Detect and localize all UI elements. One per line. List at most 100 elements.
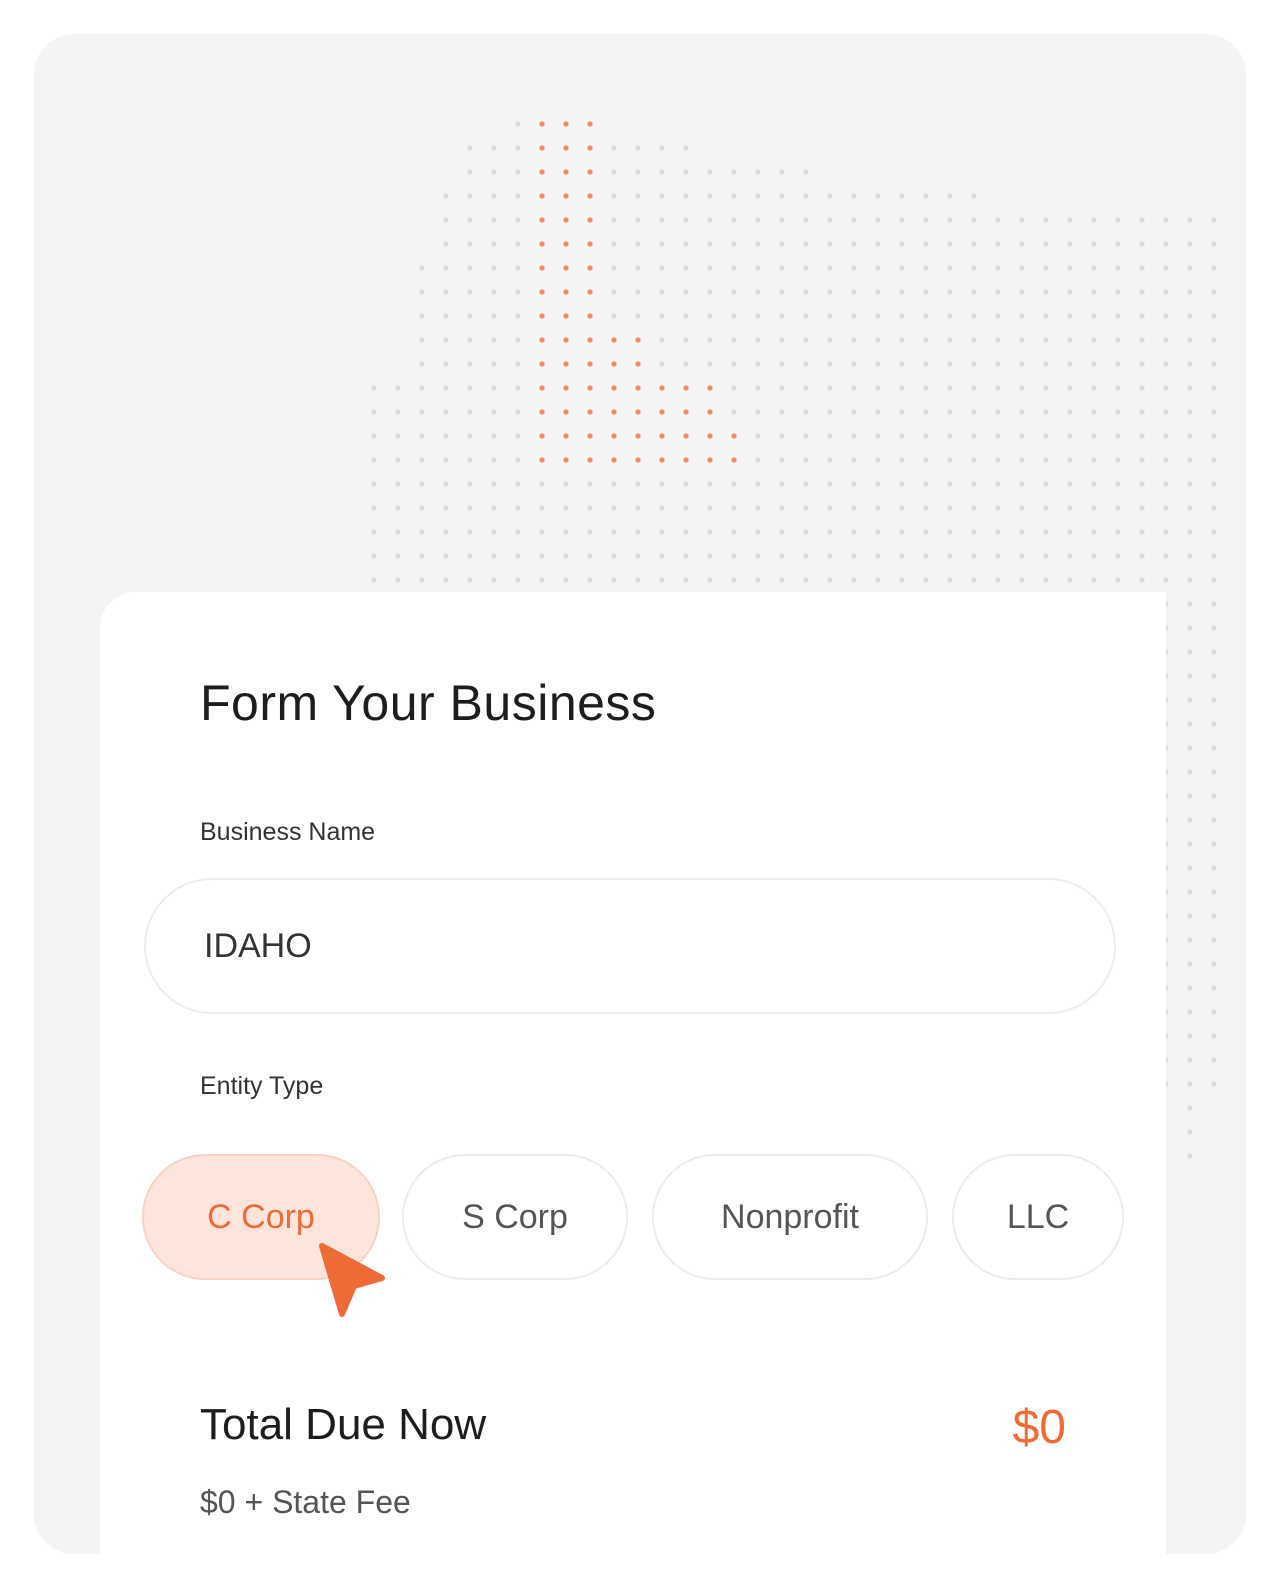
map-dot — [635, 553, 641, 559]
map-dot — [803, 337, 809, 343]
map-dot — [1019, 217, 1025, 223]
business-name-input[interactable] — [144, 878, 1116, 1014]
map-dot — [467, 337, 473, 343]
map-dot — [659, 337, 665, 343]
map-dot — [563, 145, 569, 151]
map-dot — [443, 577, 449, 583]
map-dot — [371, 529, 377, 535]
entity-chip-s-corp[interactable]: S Corp — [402, 1154, 628, 1280]
map-dot — [515, 265, 521, 271]
map-dot — [779, 457, 785, 463]
map-dot — [539, 337, 545, 343]
map-dot — [563, 433, 569, 439]
map-dot — [1211, 697, 1217, 703]
map-dot — [587, 481, 593, 487]
map-dot — [779, 337, 785, 343]
map-dot — [707, 265, 713, 271]
map-dot — [1187, 769, 1193, 775]
map-dot — [371, 433, 377, 439]
map-dot — [683, 145, 689, 151]
map-dot — [1211, 433, 1217, 439]
map-dot — [995, 337, 1001, 343]
map-dot — [827, 217, 833, 223]
map-dot — [995, 577, 1001, 583]
map-dot — [899, 481, 905, 487]
map-dot — [851, 385, 857, 391]
map-dot — [875, 289, 881, 295]
map-dot — [1211, 721, 1217, 727]
map-dot — [1187, 1153, 1193, 1159]
map-dot — [947, 577, 953, 583]
map-dot — [539, 265, 545, 271]
map-dot — [947, 193, 953, 199]
map-dot — [995, 241, 1001, 247]
map-dot — [395, 457, 401, 463]
map-dot — [803, 169, 809, 175]
map-dot — [995, 409, 1001, 415]
map-dot — [1139, 361, 1145, 367]
map-dot — [1211, 1081, 1217, 1087]
map-dot — [827, 241, 833, 247]
map-dot — [395, 409, 401, 415]
map-dot — [491, 193, 497, 199]
map-dot — [467, 361, 473, 367]
map-dot — [1187, 721, 1193, 727]
map-dot — [1187, 241, 1193, 247]
entity-chip-llc[interactable]: LLC — [952, 1154, 1124, 1280]
map-dot — [1211, 337, 1217, 343]
map-dot — [1067, 337, 1073, 343]
map-dot — [923, 193, 929, 199]
map-dot — [851, 361, 857, 367]
map-dot — [995, 505, 1001, 511]
map-dot — [1187, 481, 1193, 487]
map-dot — [1067, 289, 1073, 295]
map-dot — [923, 289, 929, 295]
map-dot — [899, 217, 905, 223]
map-dot — [1019, 553, 1025, 559]
map-dot — [371, 481, 377, 487]
map-dot — [539, 289, 545, 295]
map-dot — [1211, 865, 1217, 871]
map-dot — [1043, 553, 1049, 559]
map-dot — [827, 193, 833, 199]
map-dot — [1211, 817, 1217, 823]
map-dot — [779, 385, 785, 391]
map-dot — [755, 433, 761, 439]
map-dot — [1211, 385, 1217, 391]
map-dot — [659, 481, 665, 487]
map-dot — [467, 409, 473, 415]
map-dot — [563, 169, 569, 175]
map-dot — [587, 121, 593, 127]
map-dot — [995, 457, 1001, 463]
map-dot — [611, 241, 617, 247]
map-dot — [1187, 265, 1193, 271]
map-dot — [563, 337, 569, 343]
map-dot — [875, 265, 881, 271]
map-dot — [947, 529, 953, 535]
map-dot — [1115, 529, 1121, 535]
map-dot — [1187, 409, 1193, 415]
entity-chip-nonprofit[interactable]: Nonprofit — [652, 1154, 928, 1280]
map-dot — [467, 433, 473, 439]
map-dot — [539, 577, 545, 583]
map-dot — [971, 481, 977, 487]
map-dot — [971, 553, 977, 559]
map-dot — [707, 505, 713, 511]
map-dot — [947, 457, 953, 463]
map-dot — [1115, 409, 1121, 415]
map-dot — [611, 193, 617, 199]
map-dot — [947, 553, 953, 559]
map-dot — [731, 409, 737, 415]
map-dot — [1043, 289, 1049, 295]
map-dot — [1187, 577, 1193, 583]
map-dot — [395, 433, 401, 439]
map-dot — [779, 577, 785, 583]
map-dot — [1019, 313, 1025, 319]
map-dot — [1115, 337, 1121, 343]
map-dot — [731, 265, 737, 271]
map-dot — [803, 481, 809, 487]
map-dot — [467, 529, 473, 535]
map-dot — [1019, 265, 1025, 271]
map-dot — [755, 577, 761, 583]
map-dot — [611, 313, 617, 319]
